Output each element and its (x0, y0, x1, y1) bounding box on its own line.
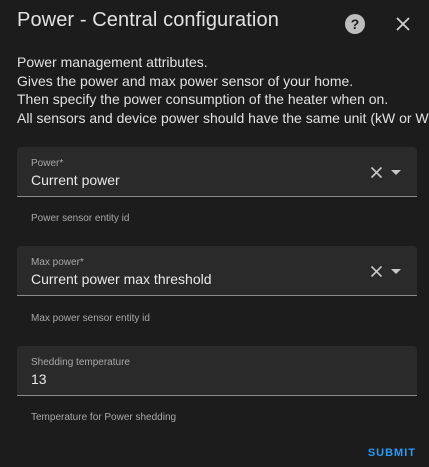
shedding-temperature-helper-text: Temperature for Power shedding (31, 412, 177, 423)
dropdown-arrow-icon[interactable] (391, 170, 401, 175)
submit-button[interactable]: SUBMIT (368, 447, 416, 459)
max-power-select[interactable]: Max power* Current power max threshold (17, 246, 417, 296)
help-icon[interactable]: ? (345, 14, 365, 34)
dialog-description: Power management attributes. Gives the p… (17, 53, 429, 127)
power-value: Current power (31, 172, 120, 188)
power-select[interactable]: Power* Current power (17, 147, 417, 197)
dropdown-arrow-icon[interactable] (391, 269, 401, 274)
description-line: Power management attributes. (17, 54, 208, 70)
clear-icon[interactable] (370, 166, 383, 179)
max-power-label: Max power* (31, 257, 84, 268)
description-line: All sensors and device power should have… (17, 109, 429, 126)
max-power-value: Current power max threshold (31, 271, 212, 287)
max-power-helper-text: Max power sensor entity id (31, 313, 150, 324)
description-line: Gives the power and max power sensor of … (17, 72, 354, 89)
dialog-title: Power - Central configuration (17, 9, 279, 31)
power-label: Power* (31, 158, 64, 169)
shedding-temperature-input[interactable]: Shedding temperature 13 (17, 346, 417, 396)
shedding-temperature-value[interactable]: 13 (31, 371, 47, 387)
description-line: Then specify the power consumption of th… (17, 91, 389, 107)
close-icon[interactable] (392, 13, 414, 35)
power-helper-text: Power sensor entity id (31, 213, 130, 224)
config-dialog: Power - Central configuration ? Power ma… (0, 0, 429, 467)
clear-icon[interactable] (370, 265, 383, 278)
shedding-temperature-label: Shedding temperature (31, 357, 130, 368)
